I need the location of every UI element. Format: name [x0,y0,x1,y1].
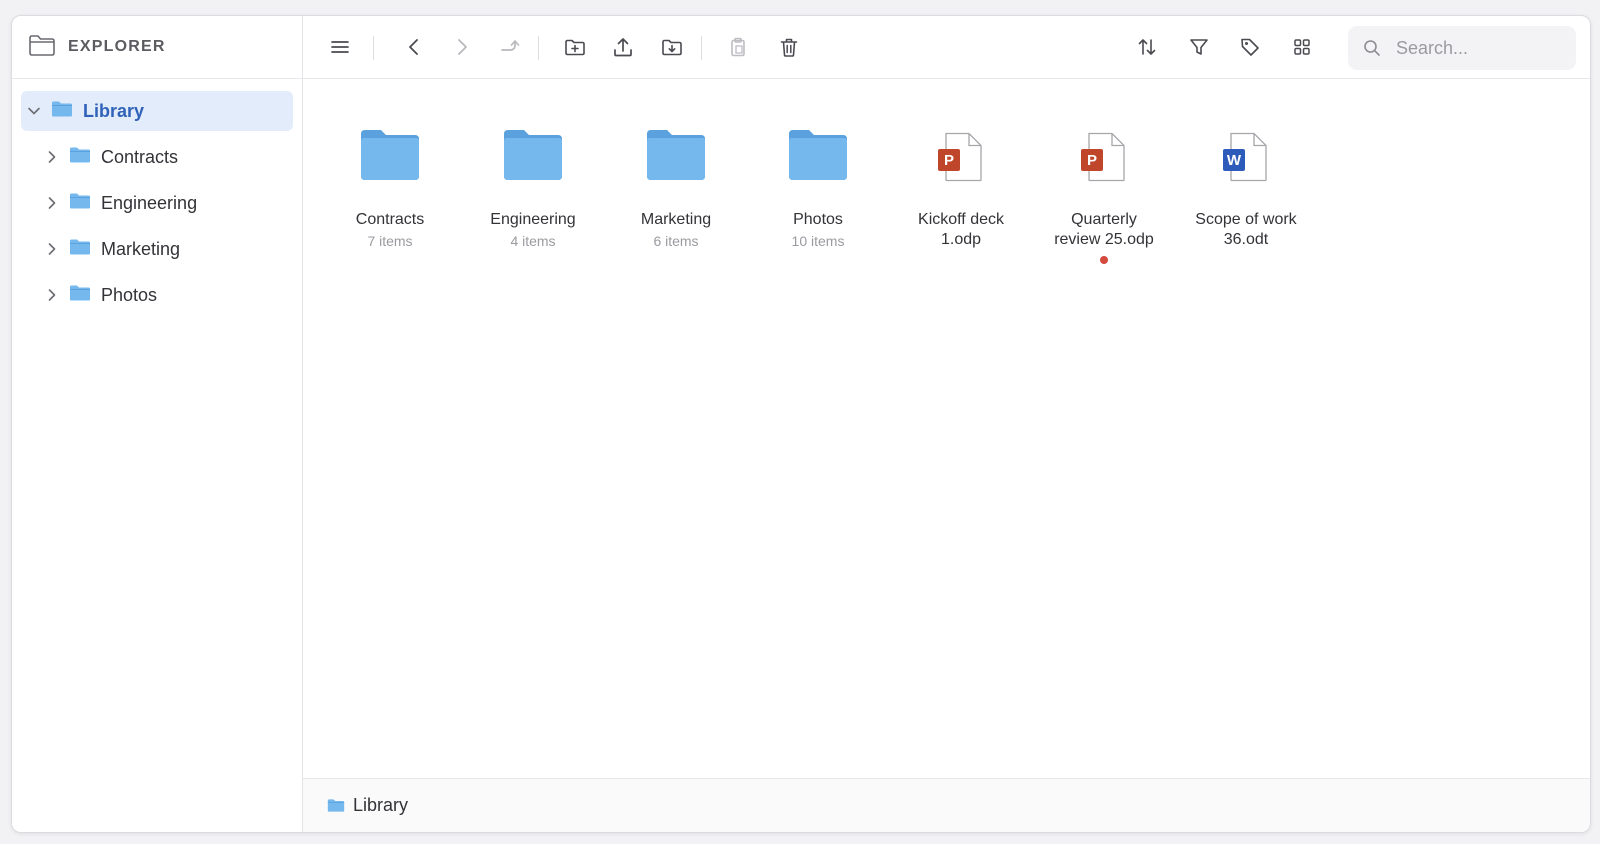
grid-item-folder[interactable]: Engineering 4 items [468,112,598,249]
trash-icon [780,38,798,57]
sidebar-title: EXPLORER [68,38,166,55]
upload-icon [614,38,632,57]
arrow-up-curved-icon [501,40,520,51]
item-name: Engineering [490,211,576,228]
filter-icon [1190,39,1208,55]
folder-icon [65,284,101,307]
tree-item-library[interactable]: Library [21,91,293,131]
grid-item-file[interactable]: W Scope of work 36.odt [1181,112,1311,250]
modified-indicator-dot [1100,256,1108,264]
search-icon [1364,40,1380,56]
filter-button[interactable] [1179,27,1219,67]
grid-item-file[interactable]: P Quarterly review 25.odp [1039,112,1169,264]
file-badge-letter: P [1087,152,1097,169]
clipboard-icon [731,37,745,57]
grid-view-icon [1294,39,1310,55]
folder-icon [47,100,83,123]
folder-icon [65,238,101,261]
toolbar-divider [701,36,702,60]
path-bar: Library [303,778,1590,832]
path-segment-library[interactable]: Library [353,795,408,816]
presentation-file-icon: P [1039,112,1169,182]
grid-item-folder[interactable]: Marketing 6 items [611,112,741,249]
presentation-file-icon: P [896,112,1026,182]
tags-button[interactable] [1230,27,1270,67]
main-panel: Contracts 7 items Engineering 4 items Ma… [303,16,1590,832]
search-box[interactable] [1348,26,1576,70]
sort-button[interactable] [1127,27,1167,67]
up-level-button[interactable] [490,27,530,67]
item-count: 6 items [653,233,699,249]
item-name: Quarterly review 25.odp [1054,211,1154,248]
toolbar-divider [373,36,374,60]
item-name: Marketing [640,211,712,228]
item-name: Contracts [355,211,425,228]
delete-button[interactable] [769,27,809,67]
item-name: Photos [793,211,843,228]
tag-icon [1241,38,1259,56]
upload-button[interactable] [603,27,643,67]
tree-item-contracts[interactable]: Contracts [21,137,293,177]
toolbar-divider [538,36,539,60]
large-folder-icon [468,112,598,182]
folder-icon [65,192,101,215]
chevron-right-icon[interactable] [39,191,65,215]
tree-item-photos[interactable]: Photos [21,275,293,315]
grid-item-folder[interactable]: Contracts 7 items [325,112,455,249]
item-count: 4 items [510,233,556,249]
sidebar-header: EXPLORER [12,16,302,79]
chevron-left-icon [409,39,418,55]
chevron-right-icon[interactable] [39,237,65,261]
item-count: 10 items [791,233,845,249]
tree-item-engineering[interactable]: Engineering [21,183,293,223]
folder-icon [65,146,101,169]
item-count: 7 items [367,233,413,249]
chevron-down-icon[interactable] [21,99,47,123]
folder-download-icon [662,39,682,56]
chevron-right-icon[interactable] [39,145,65,169]
forward-button[interactable] [442,27,482,67]
file-badge-letter: P [944,152,954,169]
menu-button[interactable] [320,27,360,67]
hamburger-menu-icon [331,41,349,53]
file-badge-letter: W [1227,152,1242,169]
folder-plus-icon [565,39,585,56]
toolbar [303,16,1590,79]
paste-button[interactable] [718,27,758,67]
tree-item-label: Engineering [101,192,198,213]
tree-item-label: Contracts [101,146,179,167]
large-folder-icon [611,112,741,182]
explorer-window: EXPLORER Library Contracts Engineering M… [11,15,1591,833]
grid-item-file[interactable]: P Kickoff deck 1.odp [896,112,1026,250]
tree-item-marketing[interactable]: Marketing [21,229,293,269]
view-grid-button[interactable] [1282,27,1322,67]
sort-arrows-icon [1138,39,1156,55]
folder-outline-icon [28,33,56,62]
tree-item-label: Library [83,100,145,121]
item-name: Scope of work 36.odt [1195,211,1297,248]
tree-item-label: Marketing [101,238,181,259]
item-name: Kickoff deck 1.odp [918,211,1004,248]
grid-item-folder[interactable]: Photos 10 items [753,112,883,249]
download-button[interactable] [652,27,692,67]
chevron-right-icon [458,39,467,55]
large-folder-icon [325,112,455,182]
document-file-icon: W [1181,112,1311,182]
sidebar: EXPLORER Library Contracts Engineering M… [12,16,303,832]
new-folder-button[interactable] [555,27,595,67]
tree-item-label: Photos [101,284,158,305]
folder-tree: Library Contracts Engineering Marketing … [12,79,302,333]
large-folder-icon [753,112,883,182]
chevron-right-icon[interactable] [39,283,65,307]
search-input[interactable] [1394,36,1568,60]
folder-icon [327,799,345,812]
file-grid: Contracts 7 items Engineering 4 items Ma… [303,79,1590,778]
back-button[interactable] [394,27,434,67]
